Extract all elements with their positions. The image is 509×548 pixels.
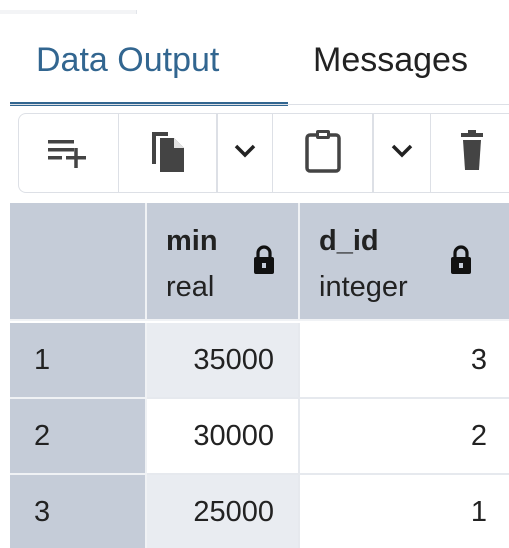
column-header-min[interactable]: min real	[147, 203, 300, 321]
table-row: 1 35000 3	[10, 323, 509, 399]
cell-min[interactable]: 35000	[147, 323, 300, 399]
paste-icon	[303, 128, 343, 179]
column-type: integer	[319, 271, 408, 303]
grid-corner[interactable]	[10, 203, 147, 321]
delete-button[interactable]	[431, 114, 509, 192]
tab-data-output[interactable]: Data Output	[36, 34, 219, 86]
paste-options-dropdown[interactable]	[373, 114, 431, 192]
result-grid: min real d_id integer 1 35000 3 2 30000 …	[10, 203, 509, 548]
query-result-panel: Data Output Messages min real d_id integ…	[0, 0, 509, 548]
column-name: min	[166, 225, 218, 257]
tabs-divider	[10, 104, 509, 105]
top-strip	[0, 0, 509, 14]
delete-icon	[461, 129, 483, 177]
cell-d-id[interactable]: 2	[300, 399, 509, 475]
chevron-down-icon	[234, 144, 256, 163]
row-number[interactable]: 2	[10, 399, 147, 475]
lock-icon	[450, 245, 472, 280]
copy-button[interactable]	[119, 114, 217, 192]
chevron-down-icon	[391, 144, 413, 163]
add-row-icon	[46, 134, 92, 173]
paste-button[interactable]	[273, 114, 373, 192]
row-number[interactable]: 3	[10, 475, 147, 548]
lock-icon	[253, 245, 275, 280]
copy-options-dropdown[interactable]	[217, 114, 273, 192]
cell-d-id[interactable]: 1	[300, 475, 509, 548]
cell-min[interactable]: 30000	[147, 399, 300, 475]
column-type: real	[166, 271, 215, 303]
copy-icon	[148, 128, 188, 179]
table-row: 2 30000 2	[10, 399, 509, 475]
tab-messages[interactable]: Messages	[313, 34, 468, 86]
column-name: d_id	[319, 225, 379, 257]
grid-toolbar	[18, 113, 509, 193]
add-row-button[interactable]	[19, 114, 119, 192]
table-row: 3 25000 1	[10, 475, 509, 548]
column-header-d-id[interactable]: d_id integer	[300, 203, 509, 321]
cell-d-id[interactable]: 3	[300, 323, 509, 399]
cell-min[interactable]: 25000	[147, 475, 300, 548]
result-tabs: Data Output Messages	[10, 14, 509, 106]
row-number[interactable]: 1	[10, 323, 147, 399]
